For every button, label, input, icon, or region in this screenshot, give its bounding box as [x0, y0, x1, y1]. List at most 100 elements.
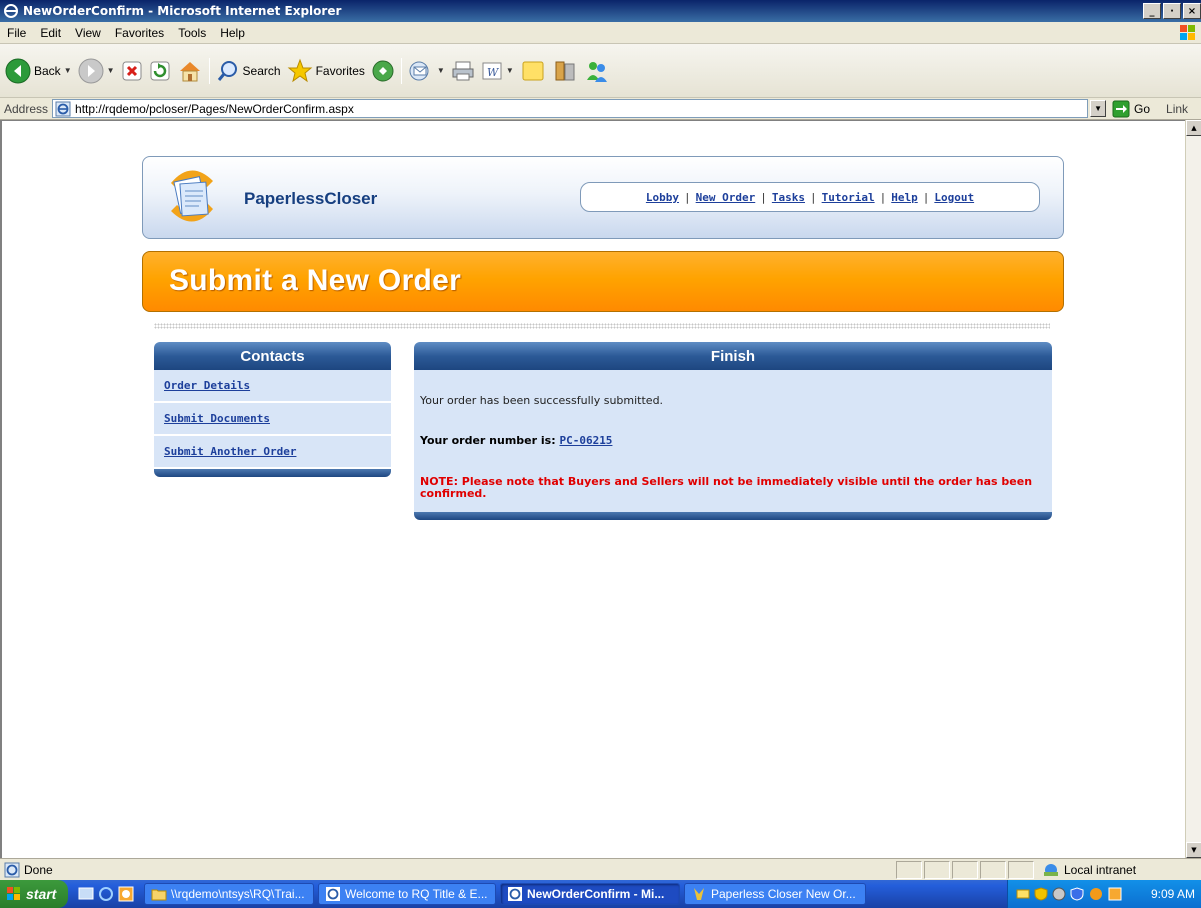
menu-edit[interactable]: Edit [33, 26, 68, 40]
nav-separator: | [684, 190, 691, 204]
back-button[interactable]: Back ▼ [2, 56, 75, 86]
nav-new-order[interactable]: New Order [696, 191, 756, 204]
menu-tools[interactable]: Tools [171, 26, 213, 40]
back-dropdown-icon[interactable]: ▼ [64, 66, 72, 75]
nav-tasks[interactable]: Tasks [772, 191, 805, 204]
status-cell [952, 860, 978, 879]
mail-tray-icon[interactable] [1016, 887, 1030, 901]
network-tray-icon[interactable] [1088, 887, 1104, 901]
start-button[interactable]: start [0, 880, 68, 908]
contacts-heading: Contacts [154, 342, 391, 370]
task-folder[interactable]: \\rqdemo\ntsys\RQ\Trai... [144, 883, 314, 905]
favorites-button[interactable]: Favorites [284, 56, 368, 86]
status-bar: Done Local intranet [0, 858, 1201, 880]
status-left: Done [0, 862, 894, 878]
print-button[interactable] [448, 56, 478, 86]
search-label: Search [242, 63, 281, 78]
order-details-link[interactable]: Order Details [164, 379, 250, 392]
task-label: Paperless Closer New Or... [711, 887, 856, 901]
page-done-icon [4, 862, 20, 877]
forward-button[interactable]: ▼ [75, 56, 118, 86]
local-intranet-icon [1044, 863, 1058, 876]
search-button[interactable]: Search [213, 56, 284, 86]
task-neworderconfirm[interactable]: NewOrderConfirm - Mi... [500, 883, 680, 905]
status-cell [896, 860, 922, 879]
security-zone[interactable]: Local intranet [1042, 862, 1136, 878]
nav-lobby[interactable]: Lobby [646, 191, 679, 204]
nav-separator: | [922, 190, 930, 204]
nav-tutorial[interactable]: Tutorial [822, 191, 875, 204]
side-item-submit-documents[interactable]: Submit Documents [154, 403, 391, 436]
web-content: PaperlessCloser Lobby | New Order | Task… [0, 120, 1185, 858]
speaker-tray-icon[interactable] [1052, 887, 1066, 901]
folder-icon [151, 889, 167, 901]
refresh-button[interactable] [146, 56, 174, 86]
toolbar-separator [400, 57, 402, 84]
minimize-button[interactable]: _ [1143, 3, 1161, 19]
toolbar-separator [208, 57, 210, 84]
side-item-order-details[interactable]: Order Details [154, 370, 391, 403]
status-cell [924, 860, 950, 879]
close-button[interactable]: × [1183, 3, 1201, 19]
window-titlebar: NewOrderConfirm - Microsoft Internet Exp… [0, 0, 1201, 22]
media-button[interactable] [368, 56, 398, 86]
forward-dropdown-icon[interactable]: ▼ [107, 66, 115, 75]
site-header: PaperlessCloser Lobby | New Order | Task… [142, 156, 1064, 239]
address-label: Address [4, 101, 49, 116]
submit-another-order-link[interactable]: Submit Another Order [164, 445, 296, 458]
clock-app-icon[interactable] [118, 886, 134, 902]
stop-button[interactable] [118, 56, 146, 86]
timer-tray-icon[interactable] [1108, 887, 1122, 901]
research-button[interactable] [549, 56, 581, 86]
finish-heading: Finish [414, 342, 1052, 370]
side-item-submit-another-order[interactable]: Submit Another Order [154, 436, 391, 469]
task-paperless-closer[interactable]: Paperless Closer New Or... [684, 883, 866, 905]
security-tray-icon[interactable] [1070, 887, 1084, 901]
task-label: \\rqdemo\ntsys\RQ\Trai... [171, 887, 305, 901]
quick-launch [78, 886, 134, 902]
home-button[interactable] [174, 56, 206, 86]
refresh-icon [150, 61, 170, 80]
go-button[interactable]: Go [1112, 100, 1150, 118]
menu-favorites[interactable]: Favorites [108, 26, 171, 40]
status-cell [1008, 860, 1034, 879]
nav-separator: | [760, 190, 767, 204]
nav-separator: | [879, 190, 887, 204]
note-icon [522, 61, 544, 80]
scroll-up-arrow-icon[interactable]: ▲ [1186, 120, 1201, 136]
vertical-scrollbar[interactable]: ▲ ▼ [1185, 120, 1201, 858]
show-desktop-icon[interactable] [78, 886, 94, 902]
task-label: Welcome to RQ Title & E... [345, 887, 488, 901]
brand-name: PaperlessCloser [244, 189, 378, 208]
edit-dropdown-icon[interactable]: ▼ [506, 66, 514, 75]
messenger-button[interactable] [581, 56, 613, 86]
address-field[interactable] [52, 99, 1089, 118]
order-number-row: Your order number is: PC-06215 [420, 434, 612, 447]
submit-documents-link[interactable]: Submit Documents [164, 412, 270, 425]
ie-quicklaunch-icon[interactable] [98, 886, 114, 902]
dotted-divider [154, 323, 1050, 329]
shield-tray-icon[interactable] [1034, 887, 1048, 901]
zone-label: Local intranet [1064, 862, 1137, 877]
nav-help[interactable]: Help [891, 191, 918, 204]
address-dropdown-button[interactable]: ▼ [1090, 100, 1107, 117]
order-number-link[interactable]: PC-06215 [559, 434, 612, 447]
edit-word-button[interactable]: W ▼ [478, 56, 517, 86]
discuss-button[interactable] [517, 56, 549, 86]
tray-clock[interactable]: 9:09 AM [1151, 887, 1195, 901]
links-toolbar[interactable]: Link [1166, 102, 1188, 116]
go-label: Go [1134, 101, 1151, 116]
mail-button[interactable]: ▼ [405, 56, 448, 86]
status-cell [980, 860, 1006, 879]
menu-help[interactable]: Help [213, 26, 252, 40]
mail-dropdown-icon[interactable]: ▼ [437, 66, 445, 75]
url-input[interactable] [75, 101, 1076, 116]
stop-icon [122, 61, 142, 80]
task-welcome[interactable]: Welcome to RQ Title & E... [318, 883, 496, 905]
nav-logout[interactable]: Logout [934, 191, 974, 204]
restore-button[interactable]: · [1163, 3, 1181, 19]
scroll-down-arrow-icon[interactable]: ▼ [1186, 842, 1201, 858]
finish-panel: Finish Your order has been successfully … [414, 342, 1052, 520]
menu-file[interactable]: File [0, 26, 33, 40]
menu-view[interactable]: View [68, 26, 108, 40]
